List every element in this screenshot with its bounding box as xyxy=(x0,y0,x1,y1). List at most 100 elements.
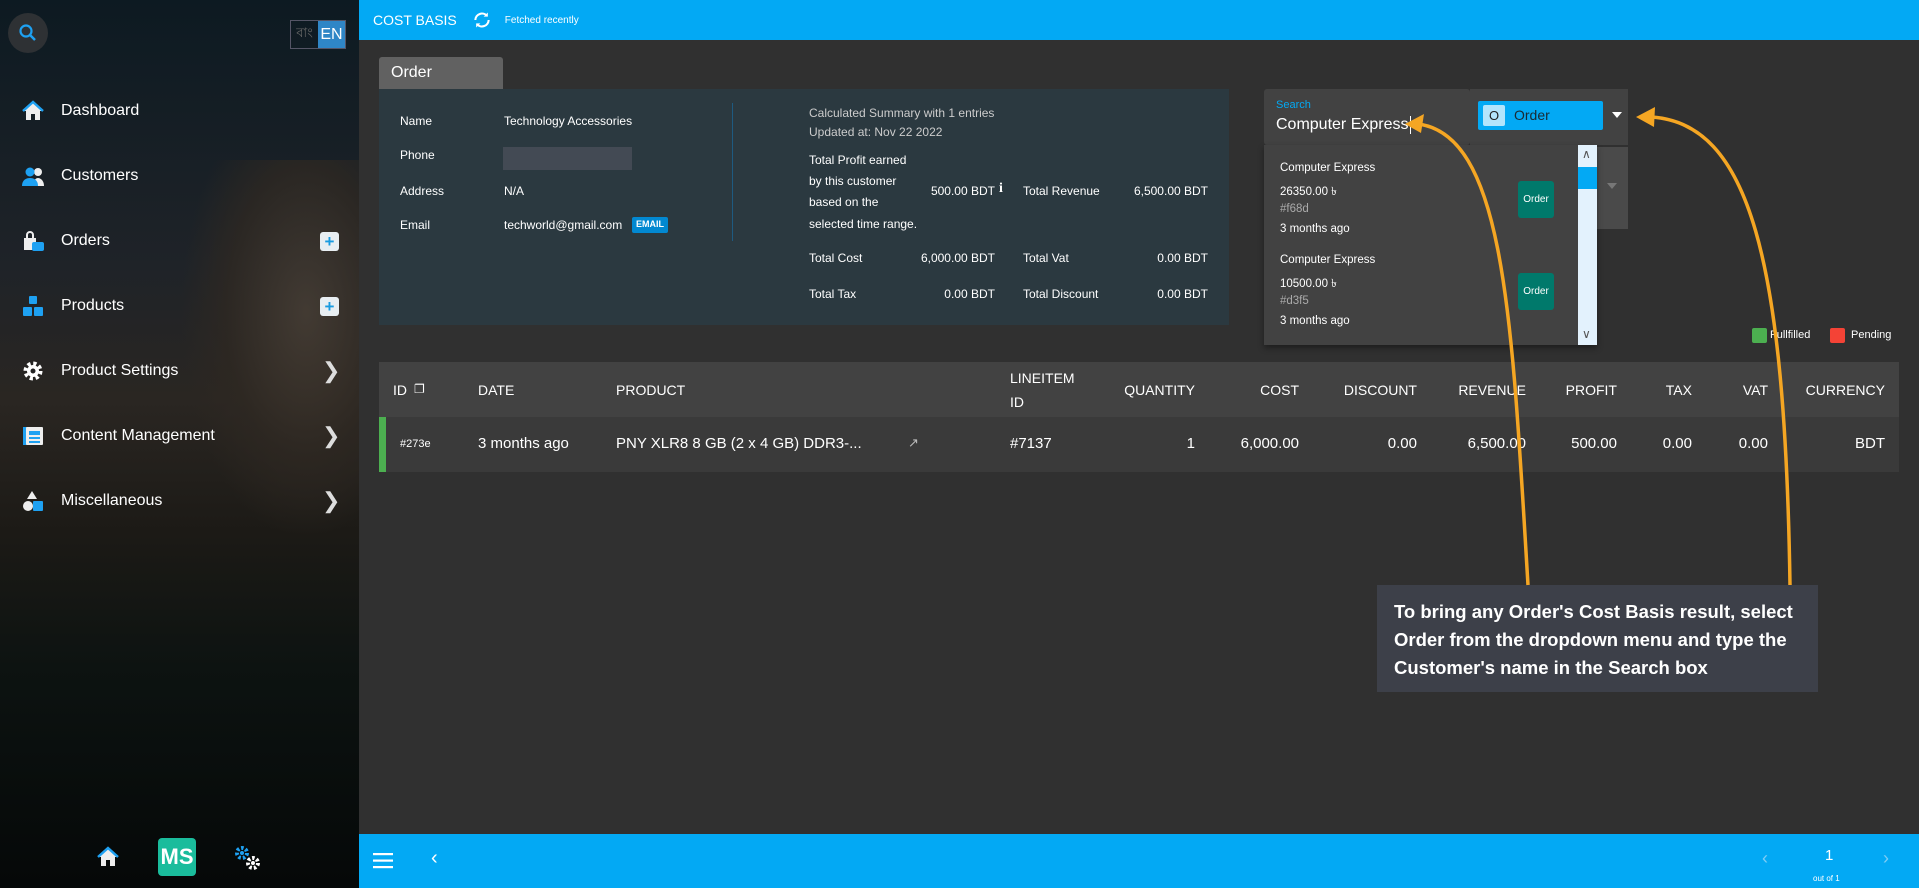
search-value[interactable]: Computer Express xyxy=(1276,116,1411,134)
result-amount: 26350.00 ৳ xyxy=(1280,186,1337,198)
type-label: Order xyxy=(1514,107,1550,123)
search-results-dropdown: Computer Express 26350.00 ৳ #f68d 3 mont… xyxy=(1264,145,1597,345)
sidebar-item-dashboard[interactable]: Dashboard xyxy=(0,91,359,131)
pending-label: Pending xyxy=(1851,329,1892,341)
tab-order[interactable]: Order xyxy=(379,57,503,89)
lang-bn[interactable]: বাং xyxy=(291,21,318,48)
sidebar-item-label: Miscellaneous xyxy=(61,492,163,509)
result-name: Computer Express xyxy=(1280,254,1376,266)
external-link-icon[interactable]: ↗ xyxy=(908,435,919,451)
dropdown-scrollbar[interactable]: ∧ ∨ xyxy=(1578,145,1597,345)
chevron-right-icon: ❯ xyxy=(322,488,341,513)
revenue-value: 6,500.00 BDT xyxy=(1133,184,1208,198)
prev-page-button[interactable]: ‹ xyxy=(1762,848,1768,869)
scrollbar-thumb[interactable] xyxy=(1578,167,1597,189)
arrowhead-icon xyxy=(1636,107,1655,127)
sidebar-item-products[interactable]: Products + xyxy=(0,286,359,326)
calc-summary: Calculated Summary with 1 entries xyxy=(809,106,995,120)
sidebar-item-label: Products xyxy=(61,297,125,314)
page-number: 1 xyxy=(1825,847,1834,864)
sidebar-item-miscellaneous[interactable]: Miscellaneous ❯ xyxy=(0,481,359,521)
result-order-badge[interactable]: Order xyxy=(1518,181,1554,218)
profit-label: Total Profit earned xyxy=(809,153,907,167)
phone-label: Phone xyxy=(400,148,435,162)
fetch-status: Fetched recently xyxy=(504,14,579,26)
cost-label: Total Cost xyxy=(809,251,863,265)
shopping-bag-icon xyxy=(24,231,44,251)
col-date: DATE xyxy=(478,382,515,398)
cell-product: PNY XLR8 8 GB (2 x 4 GB) DDR3-... xyxy=(616,435,862,452)
result-order-badge[interactable]: Order xyxy=(1518,273,1554,310)
top-bar: COST BASIS Fetched recently xyxy=(359,0,1919,40)
cost-basis-table: ID ❐ DATE PRODUCT LINEITEM ID QUANTITY C… xyxy=(379,362,1899,472)
email-button[interactable]: EMAIL xyxy=(632,217,668,233)
col-discount: DISCOUNT xyxy=(1343,382,1417,398)
scroll-down-icon[interactable]: ∨ xyxy=(1582,327,1591,341)
search-input[interactable]: Search Computer Express xyxy=(1264,89,1470,145)
col-product: PRODUCT xyxy=(616,382,686,398)
address-value: N/A xyxy=(504,184,525,198)
chevron-right-icon: ❯ xyxy=(322,423,341,448)
fulfilled-label: Fullfilled xyxy=(1770,329,1811,341)
back-button[interactable]: ‹ xyxy=(431,847,438,870)
sidebar-item-label: Orders xyxy=(61,232,110,249)
email-label: Email xyxy=(400,218,431,232)
arrow-to-dropdown xyxy=(1649,115,1792,586)
search-label: Search xyxy=(1276,99,1311,111)
chevron-right-icon: ❯ xyxy=(322,358,341,383)
secondary-select[interactable] xyxy=(1597,147,1628,229)
refresh-icon[interactable] xyxy=(471,10,493,30)
result-time: 3 months ago xyxy=(1280,315,1350,327)
selected-type-chip[interactable]: O Order xyxy=(1478,101,1603,130)
menu-icon[interactable] xyxy=(373,852,393,869)
home-icon[interactable] xyxy=(95,845,121,869)
scroll-up-icon[interactable]: ∧ xyxy=(1582,147,1591,161)
lang-en[interactable]: EN xyxy=(318,21,345,48)
pending-swatch xyxy=(1830,328,1845,343)
language-toggle[interactable]: বাং EN xyxy=(290,20,346,49)
cell-cost: 6,000.00 xyxy=(1240,435,1299,452)
boxes-icon xyxy=(23,296,43,316)
tax-value: 0.00 BDT xyxy=(944,287,995,301)
gear-icon xyxy=(23,361,43,381)
profit-value: 500.00 BDT xyxy=(930,184,995,198)
updated-at: Updated at: Nov 22 2022 xyxy=(809,125,943,139)
col-lineitem: LINEITEM xyxy=(1010,370,1075,386)
app-logo[interactable]: MS xyxy=(158,838,196,876)
bottom-bar: ‹ ‹ 1 › out of 1 xyxy=(359,834,1919,888)
cell-quantity: 1 xyxy=(1186,435,1195,452)
sidebar-item-content-management[interactable]: Content Management ❯ xyxy=(0,416,359,456)
table-row[interactable]: #273e 3 months ago PNY XLR8 8 GB (2 x 4 … xyxy=(379,417,1899,472)
cell-id: #273e xyxy=(400,438,431,450)
profit-label: selected time range. xyxy=(809,217,918,231)
result-id: #f68d xyxy=(1280,203,1309,215)
sidebar-item-orders[interactable]: Orders + xyxy=(0,221,359,261)
next-page-button[interactable]: › xyxy=(1883,848,1889,869)
sidebar-item-customers[interactable]: Customers xyxy=(0,156,359,196)
discount-value: 0.00 BDT xyxy=(1157,287,1208,301)
result-name: Computer Express xyxy=(1280,162,1376,174)
profit-label: based on the xyxy=(809,195,879,209)
name-value: Technology Accessories xyxy=(504,114,633,128)
search-button[interactable] xyxy=(8,13,48,53)
sidebar: বাং EN Dashboard Customers Orders + Prod… xyxy=(0,0,359,888)
add-order-button[interactable]: + xyxy=(320,231,339,251)
copy-icon[interactable]: ❐ xyxy=(414,382,425,396)
table-header: ID ❐ DATE PRODUCT LINEITEM ID QUANTITY C… xyxy=(379,362,1899,417)
col-cost: COST xyxy=(1260,382,1299,398)
home-icon xyxy=(22,100,44,120)
sidebar-item-label: Dashboard xyxy=(61,102,140,119)
add-product-button[interactable]: + xyxy=(320,296,339,316)
cell-vat: 0.00 xyxy=(1738,435,1768,452)
col-id: ID xyxy=(393,382,407,398)
divider xyxy=(732,103,733,241)
cost-value: 6,000.00 BDT xyxy=(920,251,995,265)
caret-down-icon[interactable] xyxy=(1611,111,1623,119)
shapes-icon xyxy=(23,491,43,511)
profit-label: by this customer xyxy=(809,174,897,188)
info-icon[interactable]: i xyxy=(999,181,1003,197)
cell-discount: 0.00 xyxy=(1387,435,1417,452)
settings-gears-icon[interactable] xyxy=(233,845,263,871)
col-currency: CURRENCY xyxy=(1805,382,1885,398)
sidebar-item-product-settings[interactable]: Product Settings ❯ xyxy=(0,351,359,391)
